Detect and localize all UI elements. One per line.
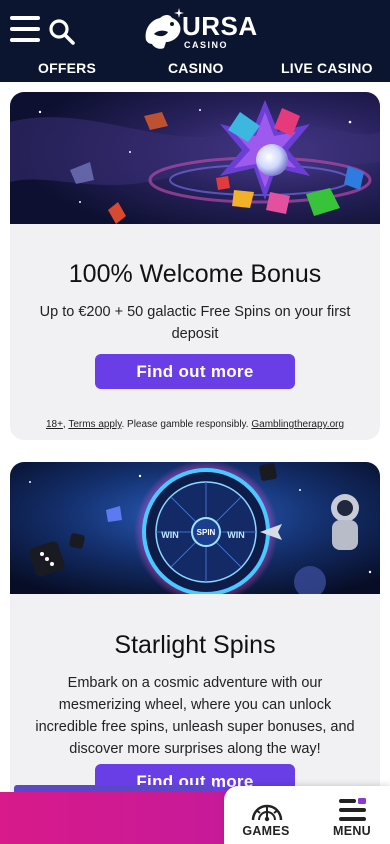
find-out-more-button[interactable]: Find out more: [95, 354, 295, 389]
promo-description: Up to €200 + 50 galactic Free Spins on y…: [39, 304, 351, 342]
wheel-label-win-left: WIN: [161, 530, 179, 540]
promo-description: Embark on a cosmic adventure with our me…: [35, 675, 355, 757]
bottom-nav: GAMES MENU: [224, 786, 390, 844]
wheel-label-spin: SPIN: [197, 528, 216, 537]
menu-button[interactable]: MENU: [312, 786, 390, 844]
terms-line: 18+, Terms apply. Please gamble responsi…: [10, 419, 380, 430]
promo-title: 100% Welcome Bonus: [68, 260, 322, 288]
welcome-bonus-banner-image: [10, 92, 380, 224]
age-restriction-link[interactable]: 18+: [46, 419, 63, 430]
responsible-gambling-text: . Please gamble responsibly.: [121, 419, 252, 430]
games-icon: [251, 804, 283, 822]
promo-card-welcome-bonus: 100% Welcome Bonus Up to €200 + 50 galac…: [10, 92, 380, 440]
brand-name: URSA: [182, 11, 258, 41]
games-label: GAMES: [242, 824, 290, 838]
games-button[interactable]: GAMES: [226, 786, 306, 844]
terms-apply-link[interactable]: Terms apply: [68, 419, 121, 430]
bear-logo-icon: [145, 15, 181, 49]
page: URSA CASINO OFFERS CASINO LIVE CASINO 10…: [0, 0, 390, 844]
search-icon[interactable]: [48, 18, 76, 46]
menu-grid-icon: [339, 798, 366, 821]
menu-label: MENU: [332, 824, 371, 838]
site-header: URSA CASINO OFFERS CASINO LIVE CASINO: [0, 0, 390, 82]
nav-casino[interactable]: CASINO: [168, 60, 224, 76]
starlight-spins-banner-image: SPIN WIN WIN: [10, 462, 380, 594]
nav-live-casino[interactable]: LIVE CASINO: [281, 60, 373, 76]
brand-subtitle: CASINO: [184, 40, 229, 50]
promo-title: Starlight Spins: [114, 631, 276, 659]
gamblingtherapy-link[interactable]: Gamblingtherapy.org: [251, 419, 344, 430]
wheel-label-win-right: WIN: [227, 530, 245, 540]
bottom-promo-bar[interactable]: [0, 792, 230, 844]
brand-logo[interactable]: URSA CASINO: [140, 8, 257, 54]
main-nav: OFFERS CASINO LIVE CASINO: [0, 58, 390, 80]
menu-icon[interactable]: [10, 16, 40, 42]
nav-offers[interactable]: OFFERS: [38, 60, 96, 76]
